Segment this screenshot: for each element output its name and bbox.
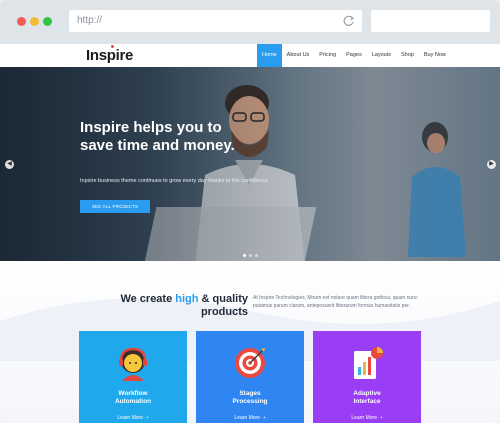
learn-more-label: Learn More [234, 415, 260, 421]
card-title-line1: Workflow [118, 390, 148, 397]
nav-item-pricing[interactable]: Pricing [314, 44, 341, 67]
features-section: We create high & quality products At Ins… [0, 261, 500, 423]
support-agent-icon [119, 347, 147, 381]
learn-more-link[interactable]: Learn More ➝ [196, 415, 304, 421]
feature-card-adaptive[interactable]: Adaptive Interface Learn More ➝ [313, 331, 421, 423]
learn-more-link[interactable]: Learn More ➝ [313, 415, 421, 421]
headline-pre: We create [120, 293, 176, 305]
site-logo[interactable]: Inspire [86, 47, 133, 64]
slider-next-button[interactable]: ▶ [487, 160, 496, 169]
minimize-window-icon[interactable] [30, 17, 39, 26]
browser-chrome: http:// [0, 0, 500, 44]
slider-dot-1[interactable] [243, 254, 246, 257]
chevron-right-icon: ▶ [489, 161, 494, 167]
slider-dot-3[interactable] [255, 254, 258, 257]
close-window-icon[interactable] [17, 17, 26, 26]
card-title-line2: Automation [114, 398, 152, 405]
slider-dot-2[interactable] [249, 254, 252, 257]
headline-post: & quality products [198, 293, 248, 318]
nav-item-pages[interactable]: Pages [341, 44, 367, 67]
card-title-line2: Interface [353, 398, 381, 405]
logo-accent-dot [111, 45, 114, 48]
slider-pagination [243, 254, 258, 257]
card-title-line1: Adaptive [353, 390, 381, 397]
nav-item-layouts[interactable]: Layouts [367, 44, 396, 67]
reload-icon[interactable] [342, 14, 356, 28]
hero-subtitle: Inpsire business theme continues to grow… [80, 178, 270, 184]
nav-item-buy-now[interactable]: Buy Now [419, 44, 451, 67]
card-title-line1: Stages [239, 390, 261, 397]
address-bar[interactable]: http:// [69, 10, 362, 32]
arrow-right-icon: ➝ [378, 415, 383, 421]
target-icon [235, 348, 265, 378]
section-headline: We create high & quality products [112, 293, 248, 319]
slider-prev-button[interactable]: ◀ [5, 160, 14, 169]
chart-icon [354, 347, 383, 379]
hero-title: Inspire helps you to save time and money… [80, 119, 235, 154]
nav-item-home[interactable]: Home [257, 44, 282, 67]
chevron-left-icon: ◀ [7, 161, 12, 167]
learn-more-link[interactable]: Learn More ➝ [79, 415, 187, 421]
section-description: At Inspire Technologies, Mirum est notar… [253, 295, 418, 309]
nav-item-shop[interactable]: Shop [396, 44, 419, 67]
see-all-projects-button[interactable]: SEE ALL PROJECTS [80, 200, 150, 213]
arrow-right-icon: ➝ [144, 415, 149, 421]
learn-more-label: Learn More [117, 415, 143, 421]
nav-item-about-us[interactable]: About Us [282, 44, 315, 67]
card-title: Stages Processing [196, 390, 304, 406]
arrow-right-icon: ➝ [261, 415, 266, 421]
browser-search-field[interactable] [371, 10, 490, 32]
hero-overlay [0, 67, 500, 261]
maximize-window-icon[interactable] [43, 17, 52, 26]
card-title: Workflow Automation [79, 390, 187, 406]
feature-card-workflow[interactable]: Workflow Automation Learn More ➝ [79, 331, 187, 423]
headline-highlight: high [175, 293, 199, 305]
hero-slider: Inspire helps you to save time and money… [0, 67, 500, 261]
main-menu: Home About Us Pricing Pages Layouts Shop… [257, 44, 451, 67]
address-text: http:// [77, 15, 103, 26]
card-title: Adaptive Interface [313, 390, 421, 406]
site-navbar: Inspire Home About Us Pricing Pages Layo… [0, 44, 500, 67]
learn-more-label: Learn More [351, 415, 377, 421]
card-title-line2: Processing [232, 398, 268, 405]
feature-card-stages[interactable]: Stages Processing Learn More ➝ [196, 331, 304, 423]
browser-window: http:// Inspire Home About Us Pricing Pa… [0, 0, 500, 423]
